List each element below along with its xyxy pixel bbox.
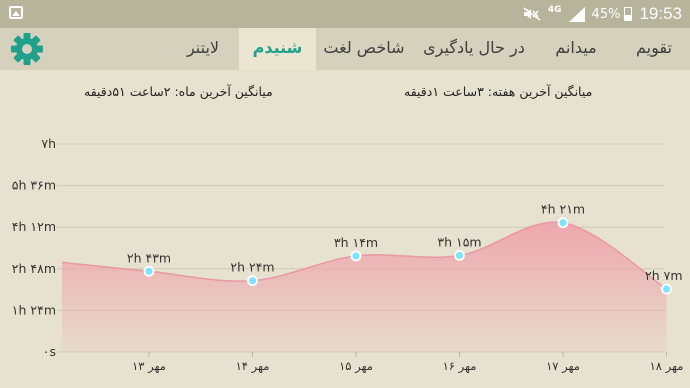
data-label: ۴h ۲۱m (541, 202, 585, 217)
y-tick-label: ۲h ۴۸m (12, 261, 56, 276)
data-point (454, 250, 465, 261)
tab-heard[interactable]: شنیدم (239, 28, 316, 70)
tab-learning[interactable]: در حال یادگیری (414, 28, 534, 70)
week-average: میانگین آخرین هفته: ۳ساعت ۱دقیقه (404, 84, 593, 99)
tab-calendar[interactable]: تقویم (621, 28, 687, 70)
data-point (350, 250, 362, 262)
battery-indicator: 45% (592, 7, 633, 22)
battery-percent: 45% (591, 6, 621, 22)
x-tick-label: ۱۴ مهر (236, 359, 270, 374)
data-label: ۲h ۴۳m (127, 250, 171, 265)
x-tick-label: ۱۸ مهر (650, 359, 684, 374)
data-label: ۳h ۱۵m (437, 234, 481, 249)
x-tick-label: ۱۶ مهر (443, 359, 477, 374)
gallery-notification-icon (9, 6, 23, 19)
mute-icon (523, 7, 541, 21)
listening-time-chart: ۰s ۱h ۲۴m ۲h ۴۸m ۴h ۱۲m ۵h ۳۶m ۷h ۱۳ مهر ۱۴ مهر… (12, 136, 684, 374)
tab-known[interactable]: میدانم (536, 28, 616, 70)
data-point (557, 217, 569, 229)
x-tick-label: ۱۵ مهر (339, 359, 373, 374)
clock: 19:53 (639, 4, 682, 23)
settings-gear-icon[interactable] (10, 32, 44, 66)
tab-bar: تقویم میدانم در حال یادگیری شاخص لغت شنی… (0, 28, 690, 70)
x-tick-label: ۱۳ مهر (132, 359, 166, 374)
y-tick-label: ۵h ۳۶m (12, 178, 56, 193)
data-label: ۳h ۱۴m (334, 235, 378, 250)
data-label: ۲h ۲۴m (230, 260, 274, 275)
x-tick-label: ۱۷ مهر (546, 359, 580, 374)
signal-icon (568, 6, 585, 22)
tab-word-index[interactable]: شاخص لغت (316, 28, 412, 70)
y-tick-label: ۰s (43, 344, 56, 359)
y-tick-label: ۱h ۲۴m (12, 302, 56, 317)
status-bar: 4G 45% 19:53 (0, 0, 690, 28)
battery-icon (624, 7, 633, 21)
tab-leitner[interactable]: لایتنر (170, 28, 236, 70)
data-point (661, 283, 672, 295)
data-point (143, 265, 155, 277)
y-tick-label: ۴h ۱۲m (12, 219, 56, 234)
month-average: میانگین آخرین ماه: ۲ساعت ۵۱دقیقه (84, 84, 273, 99)
y-tick-label: ۷h (41, 136, 56, 151)
battery-fill (625, 14, 632, 20)
data-label: ۲h ۷m (645, 268, 683, 283)
data-point (247, 275, 258, 287)
network-type: 4G (547, 4, 562, 15)
